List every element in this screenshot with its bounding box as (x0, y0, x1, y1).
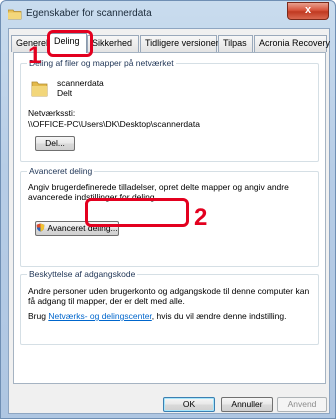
folder-name: scannerdata (57, 78, 104, 88)
network-sharing-group-label: Deling af filer og mapper på netværket (27, 58, 176, 68)
password-protection-group: Beskyttelse af adgangskode Andre persone… (20, 269, 319, 345)
cancel-button[interactable]: Annuller (221, 397, 273, 412)
title-bar[interactable]: Egenskaber for scannerdata x (1, 1, 335, 27)
password-protection-description: Andre personer uden brugerkonto og adgan… (28, 286, 310, 306)
close-button[interactable]: x (287, 2, 329, 20)
step2-number: 2 (194, 204, 208, 231)
network-path-value: \\OFFICE-PC\Users\DK\Desktop\scannerdata (28, 119, 200, 129)
tab-previous-versions[interactable]: Tidligere versioner (140, 35, 219, 52)
password-protection-group-label: Beskyttelse af adgangskode (27, 269, 138, 279)
step2-highlight (85, 198, 189, 227)
network-center-hint: Brug Netværks- og delingscenter, hvis du… (28, 311, 313, 321)
apply-button[interactable]: Anvend (277, 397, 327, 412)
hint-suffix: , hvis du vil ændre denne indstilling. (151, 311, 287, 321)
close-icon: x (304, 4, 312, 16)
tab-security[interactable]: Sikkerhed (87, 35, 139, 52)
folder-icon (8, 9, 22, 20)
step1-number: 1 (28, 42, 42, 69)
network-path-label: Netværkssti: (28, 108, 76, 118)
step1-highlight (47, 30, 93, 57)
ok-button[interactable]: OK (163, 397, 215, 412)
network-sharing-group: Deling af filer og mapper på netværket s… (20, 58, 319, 162)
advanced-sharing-group-label: Avanceret deling (27, 166, 95, 176)
share-button[interactable]: Del... (35, 136, 75, 151)
network-sharing-center-link[interactable]: Netværks- og delingscenter (48, 311, 151, 321)
window-title: Egenskaber for scannerdata (26, 8, 152, 19)
properties-window: Egenskaber for scannerdata x Generelt De… (0, 0, 336, 419)
shared-folder-icon (31, 81, 48, 97)
tab-customize[interactable]: Tilpas (218, 35, 253, 52)
hint-prefix: Brug (28, 311, 49, 321)
tab-acronis-recovery[interactable]: Acronia Recovery (254, 35, 330, 52)
uac-shield-icon (37, 223, 45, 232)
share-status: Delt (57, 88, 73, 98)
